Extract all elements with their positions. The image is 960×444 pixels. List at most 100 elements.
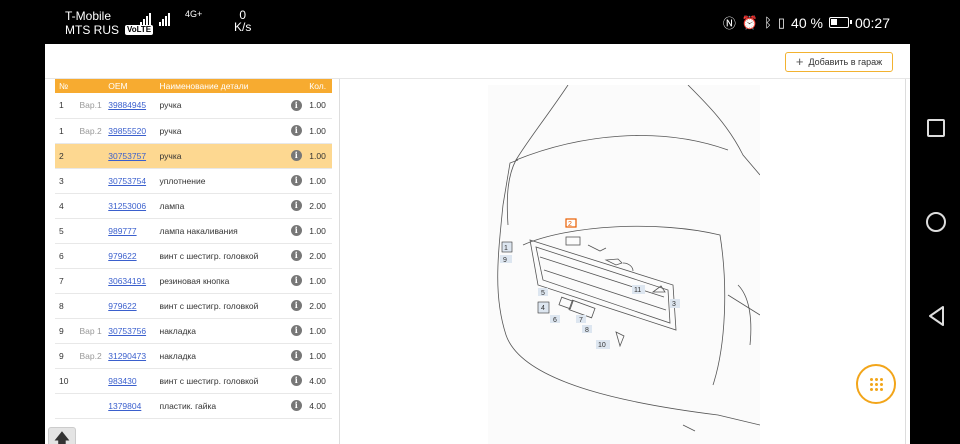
row-num: 1 (59, 125, 64, 136)
back-icon[interactable] (927, 305, 947, 327)
scroll-to-top-button[interactable]: 🡅 (48, 427, 76, 444)
info-icon[interactable]: i (290, 325, 302, 336)
row-oem-link[interactable]: 979622 (108, 251, 136, 261)
row-part-name: накладка (159, 325, 197, 336)
row-info-cell: i (286, 393, 306, 419)
info-icon[interactable]: i (290, 375, 302, 386)
apps-grid-button[interactable] (856, 364, 896, 404)
info-icon[interactable]: i (290, 150, 302, 161)
row-qty-cell: 1.00 (305, 318, 332, 344)
row-oem-link[interactable]: 31253006 (108, 201, 146, 211)
callout-9[interactable]: 9 (503, 257, 507, 264)
row-variant-cell (75, 168, 105, 194)
table-row[interactable]: 4 31253006 лампа i 2.00 (55, 193, 332, 219)
table-row[interactable]: 3 30753754 уплотнение i 1.00 (55, 168, 332, 194)
row-qty-cell: 1.00 (305, 218, 332, 244)
row-part-name-cell: лампа (155, 193, 287, 219)
row-part-name: лампа (159, 200, 185, 211)
row-qty: 1.00 (309, 175, 326, 186)
row-oem-link[interactable]: 983430 (108, 376, 136, 386)
info-icon[interactable]: i (290, 175, 302, 186)
col-oem: OEM (104, 79, 156, 93)
row-oem-link[interactable]: 30753754 (108, 176, 146, 186)
row-oem-link[interactable]: 1379804 (108, 401, 141, 411)
row-num-cell (55, 393, 76, 419)
row-oem-link[interactable]: 979622 (108, 301, 136, 311)
info-icon[interactable]: i (290, 250, 302, 261)
info-icon[interactable]: i (290, 400, 302, 411)
row-variant-cell (75, 368, 105, 394)
row-oem-link[interactable]: 31290473 (108, 351, 146, 361)
info-icon[interactable]: i (290, 350, 302, 361)
row-qty-cell: 1.00 (305, 93, 332, 119)
row-num-cell: 9 (55, 343, 76, 369)
add-to-garage-button[interactable]: + Добавить в гараж (785, 52, 893, 72)
info-icon[interactable]: i (290, 99, 302, 111)
info-icon[interactable]: i (290, 200, 302, 211)
row-part-name-cell: накладка (155, 343, 287, 369)
row-oem-link[interactable]: 39855520 (108, 126, 146, 136)
plus-icon: + (795, 54, 804, 69)
table-row[interactable]: 8 979622 винт с шестигр. головкой i 2.00 (55, 293, 332, 319)
callout-10[interactable]: 10 (598, 342, 606, 349)
row-num: 9 (59, 325, 64, 336)
row-num-cell: 8 (55, 293, 76, 319)
parts-list-panel: № OEM Наименование детали Кол. 1 Вар.1 398… (45, 79, 340, 444)
table-row[interactable]: 1 Вар.1 39884945 ручка i 1.00 (55, 93, 332, 119)
row-qty: 4.00 (309, 400, 326, 411)
row-part-name-cell: ручка (155, 93, 287, 119)
table-row[interactable]: 6 979622 винт с шестигр. головкой i 2.00 (55, 243, 332, 269)
row-oem-link-cell: 31290473 (104, 343, 156, 369)
row-qty-cell: 1.00 (305, 268, 332, 294)
callout-4[interactable]: 4 (541, 305, 545, 312)
callout-3[interactable]: 3 (672, 301, 676, 308)
row-oem-link[interactable]: 30753756 (108, 326, 146, 336)
row-info-cell: i (286, 293, 306, 319)
parts-table: № OEM Наименование детали Кол. 1 Вар.1 398… (55, 79, 332, 419)
row-part-name-cell: накладка (155, 318, 287, 344)
toolbar: + Добавить в гараж (45, 44, 910, 79)
row-variant: Вар.1 (79, 100, 102, 111)
row-oem-link[interactable]: 989777 (108, 226, 136, 236)
row-qty: 1.00 (309, 325, 326, 336)
table-row[interactable]: 2 30753757 ручка i 1.00 (55, 143, 332, 169)
table-row[interactable]: 1 Вар.2 39855520 ручка i 1.00 (55, 118, 332, 144)
info-icon[interactable]: i (290, 300, 302, 311)
row-qty-cell: 1.00 (305, 118, 332, 144)
row-qty: 1.00 (309, 350, 326, 361)
callout-6[interactable]: 6 (553, 317, 557, 324)
home-icon[interactable] (926, 212, 946, 232)
row-variant: Вар.2 (79, 125, 102, 136)
info-icon[interactable]: i (290, 225, 302, 236)
row-oem-link[interactable]: 39884945 (108, 100, 146, 110)
table-row[interactable]: 1379804 пластик. гайка i 4.00 (55, 393, 332, 419)
row-oem-link[interactable]: 30634191 (108, 276, 146, 286)
table-row[interactable]: 5 989777 лампа накаливания i 1.00 (55, 218, 332, 244)
row-part-name: накладка (159, 350, 197, 361)
battery-percent: 40 % (791, 14, 823, 31)
info-icon[interactable]: i (290, 275, 302, 286)
parts-diagram[interactable]: 1 2 3 4 5 6 7 8 9 10 11 (488, 85, 760, 444)
table-row[interactable]: 9 Вар.2 31290473 накладка i 1.00 (55, 343, 332, 369)
callout-7[interactable]: 7 (579, 317, 583, 324)
table-row[interactable]: 10 983430 винт с шестигр. головкой i 4.00 (55, 368, 332, 394)
row-info-cell: i (286, 168, 306, 194)
bluetooth-icon: ᛒ (764, 15, 772, 30)
nfc-icon: Ⓝ (722, 16, 736, 31)
row-oem-link-cell: 1379804 (104, 393, 156, 419)
row-oem-link[interactable]: 30753757 (108, 151, 146, 161)
recent-apps-icon[interactable] (927, 119, 945, 137)
callout-1[interactable]: 1 (504, 245, 508, 252)
row-num-cell: 6 (55, 243, 76, 269)
callout-2[interactable]: 2 (568, 221, 572, 228)
table-row[interactable]: 7 30634191 резиновая кнопка i 1.00 (55, 268, 332, 294)
callout-11[interactable]: 11 (634, 287, 641, 294)
callout-8[interactable]: 8 (585, 327, 589, 334)
row-oem-link-cell: 39855520 (104, 118, 156, 144)
callout-5[interactable]: 5 (541, 290, 545, 297)
row-num: 10 (59, 375, 69, 386)
info-icon[interactable]: i (290, 125, 302, 136)
signal-bars-icon (140, 12, 151, 26)
table-row[interactable]: 9 Вар 1 30753756 накладка i 1.00 (55, 318, 332, 344)
row-oem-link-cell: 30634191 (104, 268, 156, 294)
